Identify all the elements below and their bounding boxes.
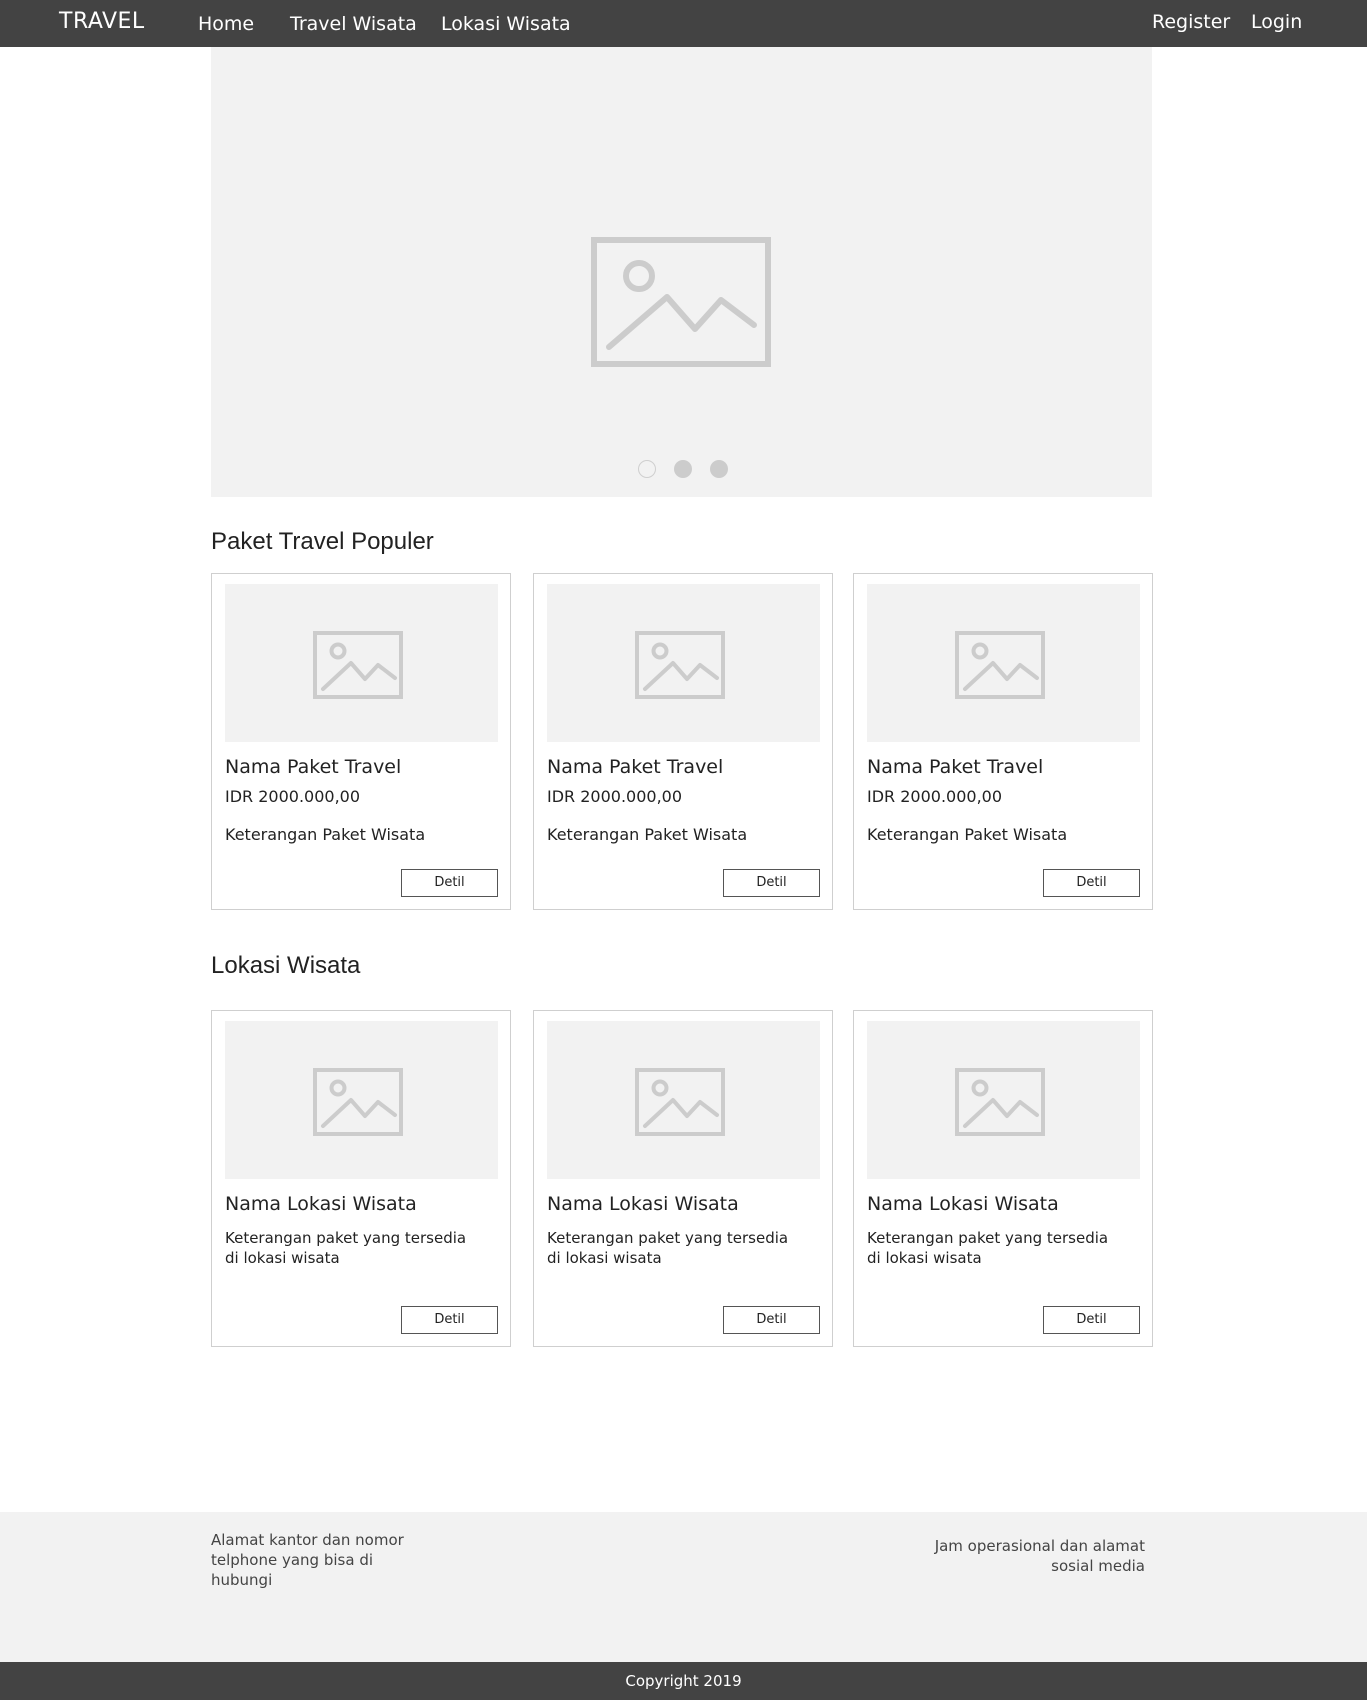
- lokasi-card: Nama Lokasi Wisata Keterangan paket yang…: [533, 1010, 833, 1347]
- footer-contact-info: Alamat kantor dan nomor telphone yang bi…: [211, 1531, 404, 1589]
- carousel-dot-3[interactable]: [710, 460, 728, 478]
- detil-button[interactable]: Detil: [723, 1306, 820, 1334]
- detil-button[interactable]: Detil: [1043, 869, 1140, 897]
- card-image: [547, 584, 820, 742]
- image-placeholder-icon: [591, 237, 771, 367]
- card-price: IDR 2000.000,00: [225, 787, 361, 806]
- card-image: [547, 1021, 820, 1179]
- detil-button[interactable]: Detil: [723, 869, 820, 897]
- image-placeholder-icon: [635, 631, 725, 699]
- card-description: Keterangan paket yang tersedia di lokasi…: [867, 1229, 1109, 1267]
- lokasi-card: Nama Lokasi Wisata Keterangan paket yang…: [853, 1010, 1153, 1347]
- page: TRAVEL Home Travel Wisata Lokasi Wisata …: [0, 0, 1367, 1700]
- card-title: Nama Lokasi Wisata: [547, 1193, 739, 1215]
- card-description: Keterangan Paket Wisata: [547, 825, 748, 844]
- image-placeholder-icon: [955, 631, 1045, 699]
- card-title: Nama Lokasi Wisata: [225, 1193, 417, 1215]
- card-description: Keterangan Paket Wisata: [867, 825, 1068, 844]
- card-title: Nama Paket Travel: [225, 756, 402, 778]
- card-title: Nama Lokasi Wisata: [867, 1193, 1059, 1215]
- nav-home[interactable]: Home: [198, 13, 254, 35]
- detil-button[interactable]: Detil: [401, 869, 498, 897]
- card-image: [867, 584, 1140, 742]
- card-price: IDR 2000.000,00: [867, 787, 1003, 806]
- card-title: Nama Paket Travel: [547, 756, 724, 778]
- register-link[interactable]: Register: [1152, 11, 1230, 33]
- copyright-bar: Copyright 2019: [0, 1662, 1367, 1700]
- card-image: [867, 1021, 1140, 1179]
- brand-logo[interactable]: TRAVEL: [59, 9, 145, 34]
- carousel-dot-2[interactable]: [674, 460, 692, 478]
- card-image: [225, 1021, 498, 1179]
- detil-button[interactable]: Detil: [401, 1306, 498, 1334]
- image-placeholder-icon: [313, 631, 403, 699]
- section-title-lokasi: Lokasi Wisata: [211, 952, 361, 979]
- hero-carousel[interactable]: [211, 47, 1152, 497]
- card-description: Keterangan paket yang tersedia di lokasi…: [225, 1229, 467, 1267]
- card-price: IDR 2000.000,00: [547, 787, 683, 806]
- navbar: TRAVEL Home Travel Wisata Lokasi Wisata …: [0, 0, 1367, 47]
- image-placeholder-icon: [635, 1068, 725, 1136]
- nav-travel-wisata[interactable]: Travel Wisata: [290, 13, 417, 35]
- paket-card: Nama Paket Travel IDR 2000.000,00 Ketera…: [533, 573, 833, 910]
- paket-card: Nama Paket Travel IDR 2000.000,00 Ketera…: [211, 573, 511, 910]
- section-title-paket: Paket Travel Populer: [211, 528, 434, 555]
- card-image: [225, 584, 498, 742]
- lokasi-card: Nama Lokasi Wisata Keterangan paket yang…: [211, 1010, 511, 1347]
- card-description: Keterangan Paket Wisata: [225, 825, 426, 844]
- nav-lokasi-wisata[interactable]: Lokasi Wisata: [441, 13, 571, 35]
- detil-button[interactable]: Detil: [1043, 1306, 1140, 1334]
- footer: Alamat kantor dan nomor telphone yang bi…: [0, 1512, 1367, 1662]
- image-placeholder-icon: [313, 1068, 403, 1136]
- card-description: Keterangan paket yang tersedia di lokasi…: [547, 1229, 789, 1267]
- image-placeholder-icon: [955, 1068, 1045, 1136]
- card-title: Nama Paket Travel: [867, 756, 1044, 778]
- carousel-dot-1[interactable]: [638, 460, 656, 478]
- footer-hours-social: Jam operasional dan alamat sosial media: [934, 1537, 1145, 1575]
- paket-card: Nama Paket Travel IDR 2000.000,00 Ketera…: [853, 573, 1153, 910]
- login-link[interactable]: Login: [1251, 11, 1302, 33]
